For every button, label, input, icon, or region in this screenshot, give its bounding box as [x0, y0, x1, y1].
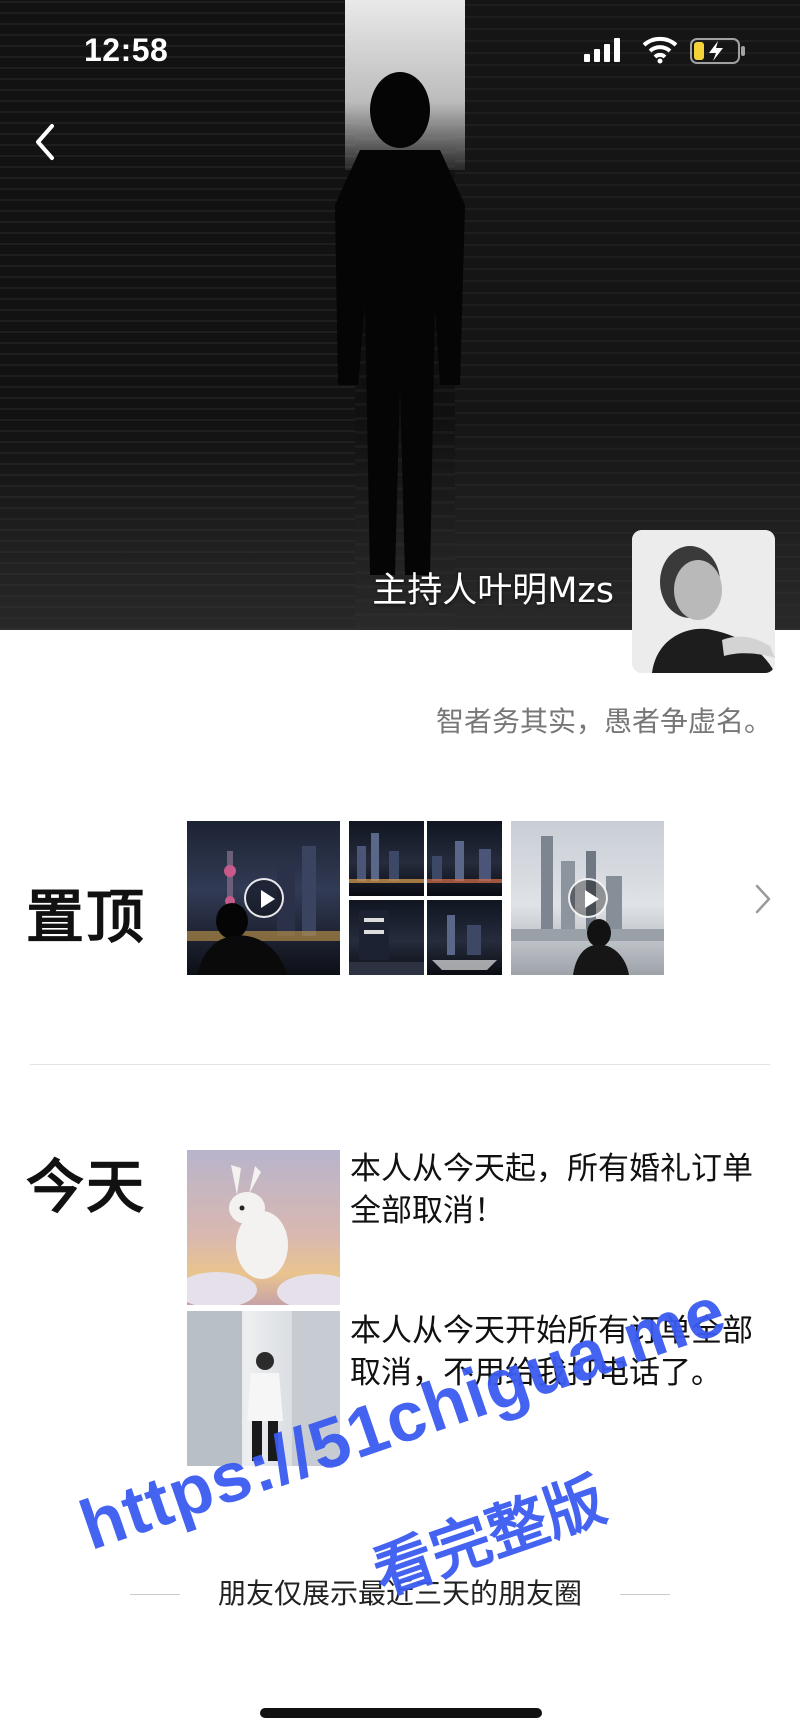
home-indicator[interactable]	[260, 1708, 542, 1718]
footer-line-right	[620, 1594, 670, 1595]
pinned-video-thumbnail-1[interactable]	[187, 821, 340, 975]
city-lights	[427, 841, 502, 883]
city-lights	[349, 910, 424, 975]
post-text-1[interactable]: 本人从今天起，所有婚礼订单全部取消！	[350, 1148, 770, 1232]
play-icon	[243, 878, 284, 918]
watermark-overlay: https://51chigua.me 看完整版	[70, 1271, 790, 1690]
pinned-video-thumbnail-2[interactable]	[511, 821, 664, 975]
pinned-image-grid[interactable]	[349, 821, 502, 975]
cellular-signal-icon	[584, 38, 620, 62]
username: 主持人叶明Mzs	[372, 571, 614, 611]
city-lights	[432, 915, 497, 970]
footer-text: 朋友仅展示最近三天的朋友圈	[217, 1577, 582, 1610]
status-bar: 12:58	[0, 0, 800, 100]
status-time: 12:58	[84, 32, 169, 68]
grid-image-3	[349, 900, 424, 975]
moments-footer: 朋友仅展示最近三天的朋友圈	[0, 1572, 800, 1622]
pinned-section-label: 置顶	[26, 883, 147, 951]
grid-image-1	[349, 821, 424, 896]
battery-charging-icon	[690, 38, 745, 64]
avatar-portrait	[632, 530, 775, 673]
profile-signature: 智者务其实，愚者争虚名。	[435, 705, 772, 738]
play-icon	[567, 878, 608, 918]
avatar[interactable]	[632, 530, 775, 673]
wifi-icon	[642, 36, 678, 64]
cover-person-silhouette	[335, 72, 465, 575]
post-text-2[interactable]: 本人从今天开始所有订单全部取消，不用给我打电话了。	[350, 1310, 770, 1394]
today-section-label: 今天	[26, 1153, 147, 1221]
section-divider	[30, 1064, 770, 1065]
post-image-2[interactable]	[187, 1311, 340, 1466]
post-image-1[interactable]	[187, 1150, 340, 1305]
city-lights	[349, 833, 424, 883]
grid-image-4	[427, 900, 502, 975]
chevron-left-icon[interactable]	[28, 118, 64, 166]
host-on-stage-image	[187, 1311, 340, 1466]
grid-image-2	[427, 821, 502, 896]
chevron-right-icon[interactable]	[752, 882, 774, 916]
rabbit-figure-image	[187, 1165, 340, 1305]
